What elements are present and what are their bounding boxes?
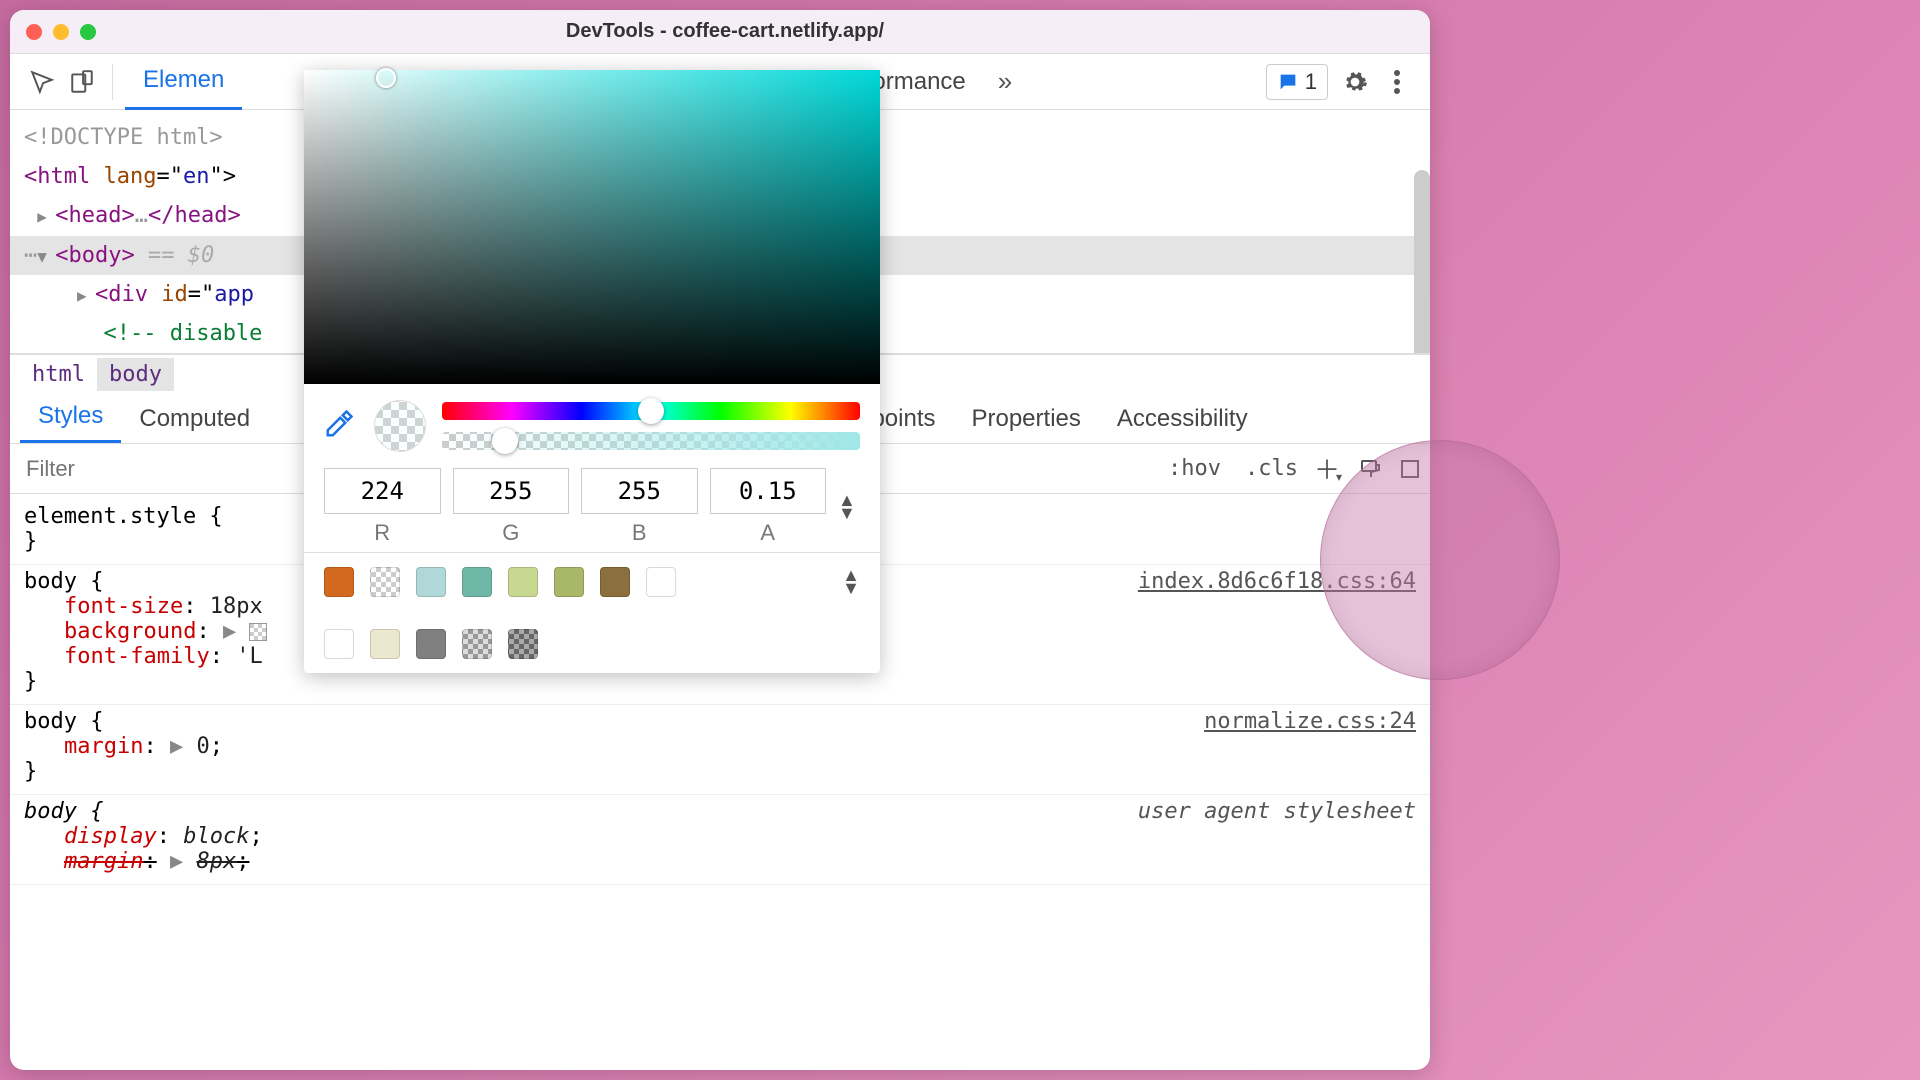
swatch[interactable]: [554, 567, 584, 597]
hue-slider[interactable]: [442, 402, 860, 420]
color-format-switch[interactable]: ▲▼: [838, 494, 860, 519]
rule-body-normalize[interactable]: normalize.css:24 body { margin: ▶ 0; }: [10, 705, 1430, 795]
color-canvas-cursor[interactable]: [376, 68, 396, 88]
window-title: DevTools - coffee-cart.netlify.app/: [96, 20, 1354, 43]
swatch[interactable]: [508, 567, 538, 597]
swatch[interactable]: [646, 567, 676, 597]
titlebar: DevTools - coffee-cart.netlify.app/: [10, 10, 1430, 54]
more-tabs-icon[interactable]: »: [988, 66, 1022, 97]
color-preview: [374, 400, 426, 452]
devtools-window: DevTools - coffee-cart.netlify.app/ Elem…: [10, 10, 1430, 1070]
swatch[interactable]: [370, 567, 400, 597]
source-ua: user agent stylesheet: [1138, 799, 1416, 824]
swatch[interactable]: [370, 629, 400, 659]
device-toolbar-icon[interactable]: [64, 64, 100, 100]
hov-toggle[interactable]: :hov: [1156, 456, 1233, 481]
color-picker: R G B A ▲▼ ▲▼: [304, 70, 880, 673]
issues-button[interactable]: 1: [1266, 64, 1328, 100]
settings-icon[interactable]: [1336, 54, 1374, 110]
maximize-window-button[interactable]: [80, 24, 96, 40]
swatch[interactable]: [508, 629, 538, 659]
swatch[interactable]: [416, 567, 446, 597]
swatch-paginate[interactable]: ▲▼: [842, 569, 860, 594]
eyedropper-icon[interactable]: [324, 409, 358, 443]
issues-count: 1: [1305, 69, 1317, 95]
breadcrumb-body[interactable]: body: [97, 358, 174, 391]
swatch[interactable]: [462, 567, 492, 597]
kebab-menu-icon[interactable]: [1378, 54, 1416, 110]
inspect-element-icon[interactable]: [24, 64, 60, 100]
swatch[interactable]: [324, 567, 354, 597]
alpha-slider[interactable]: [442, 432, 860, 450]
color-a-input[interactable]: [710, 468, 827, 514]
color-b-input[interactable]: [581, 468, 698, 514]
subtab-properties[interactable]: Properties: [953, 395, 1098, 443]
close-window-button[interactable]: [26, 24, 42, 40]
alpha-thumb[interactable]: [492, 428, 518, 454]
rule-body-ua[interactable]: user agent stylesheet body { display: bl…: [10, 795, 1430, 885]
source-link-normalize[interactable]: normalize.css:24: [1204, 709, 1416, 734]
swatch[interactable]: [600, 567, 630, 597]
swatch[interactable]: [416, 629, 446, 659]
breadcrumb-html[interactable]: html: [20, 358, 97, 391]
subtab-computed[interactable]: Computed: [121, 395, 268, 443]
color-g-input[interactable]: [453, 468, 570, 514]
tab-elements[interactable]: Elemen: [125, 54, 242, 110]
minimize-window-button[interactable]: [53, 24, 69, 40]
color-swatch-row: ▲▼: [304, 552, 880, 673]
dom-doctype: <!DOCTYPE html>: [24, 125, 223, 150]
color-r-input[interactable]: [324, 468, 441, 514]
hue-thumb[interactable]: [638, 398, 664, 424]
swatch[interactable]: [324, 629, 354, 659]
traffic-lights: [26, 24, 96, 40]
new-rule-button[interactable]: ＋▾: [1310, 449, 1350, 489]
cursor-highlight: [1320, 440, 1560, 680]
color-canvas[interactable]: [304, 70, 880, 384]
dom-scrollbar[interactable]: [1414, 170, 1430, 353]
subtab-styles[interactable]: Styles: [20, 392, 121, 443]
cls-toggle[interactable]: .cls: [1233, 456, 1310, 481]
subtab-accessibility[interactable]: Accessibility: [1099, 395, 1266, 443]
swatch[interactable]: [462, 629, 492, 659]
